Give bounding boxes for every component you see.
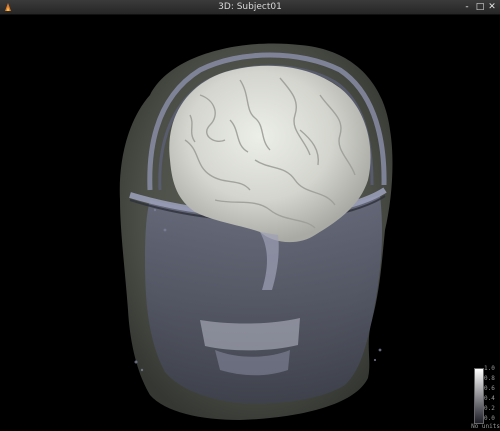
maximize-button[interactable]: □	[475, 2, 485, 12]
minimize-button[interactable]: -	[462, 2, 472, 12]
window-title: 3D: Subject01	[218, 2, 282, 12]
colorbar-tick: 0.0	[484, 415, 495, 422]
colorbar-tick: 0.8	[484, 375, 495, 382]
3d-viewport[interactable]	[0, 15, 500, 431]
colorbar-ticks: 1.0 0.8 0.6 0.4 0.2 0.0	[484, 365, 500, 423]
colorbar-tick: 0.2	[484, 405, 495, 412]
close-button[interactable]: ✕	[487, 2, 497, 12]
colorbar-tick: 0.4	[484, 395, 495, 402]
head-rendering	[119, 43, 393, 420]
colorbar-units: No units	[471, 423, 500, 430]
colorbar	[474, 368, 484, 424]
colorbar-tick: 1.0	[484, 365, 495, 372]
window-titlebar[interactable]: 3D: Subject01 - □ ✕	[0, 0, 500, 15]
colorbar-tick: 0.6	[484, 385, 495, 392]
